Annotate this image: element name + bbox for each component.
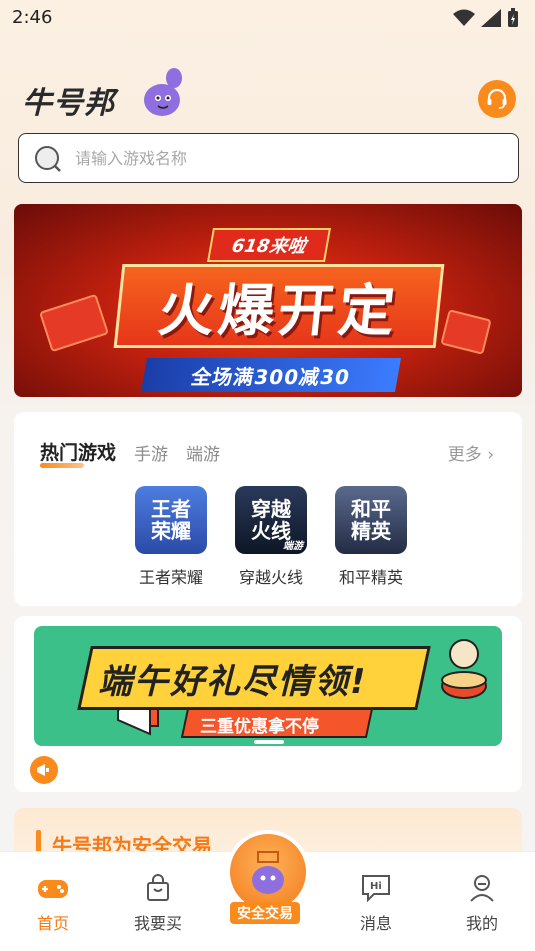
- svg-text:Hi: Hi: [370, 881, 382, 892]
- nav-label: 我的: [465, 914, 498, 933]
- red-envelope-decoration: [38, 293, 110, 353]
- announcement-button[interactable]: [30, 756, 58, 784]
- activity-card: 端午好礼尽情领! 三重优惠拿不停: [14, 616, 522, 792]
- search-input[interactable]: [75, 144, 495, 172]
- banner-tag: 618来啦: [207, 228, 331, 262]
- tab-mobile-games[interactable]: 手游: [134, 440, 168, 465]
- game-name: 穿越火线: [238, 568, 303, 587]
- tab-pc-games[interactable]: 端游: [186, 440, 220, 465]
- search-bar[interactable]: [18, 133, 519, 183]
- game-icon-text: 王者荣耀: [151, 497, 191, 543]
- game-item[interactable]: 王者荣耀 王者荣耀: [134, 486, 208, 588]
- megaphone-icon: [37, 764, 49, 776]
- status-icons: [453, 8, 519, 28]
- wifi-icon: [453, 9, 475, 26]
- game-icon-wzry: 王者荣耀: [135, 486, 207, 554]
- game-name: 和平精英: [338, 568, 403, 587]
- games-list: 王者荣耀 王者荣耀 穿越火线 端游 穿越火线 和平精英 和平精英: [134, 486, 408, 588]
- nav-label: 我要买: [133, 914, 182, 933]
- tab-label: 热门游戏: [40, 442, 117, 464]
- nav-messages[interactable]: Hi 消息: [341, 872, 411, 934]
- safe-trade-label: 安全交易: [230, 902, 300, 924]
- bottom-navigation: 首页 我要买 安全交易 Hi 消息 我的: [0, 830, 535, 951]
- game-item[interactable]: 穿越火线 端游 穿越火线: [234, 486, 308, 588]
- app-logo: 牛号邦: [20, 64, 190, 121]
- nav-label: 消息: [359, 914, 392, 933]
- dragon-boat-banner[interactable]: 端午好礼尽情领! 三重优惠拿不停: [34, 626, 502, 746]
- nav-label: 首页: [36, 914, 69, 933]
- chevron-right-icon: ›: [487, 445, 494, 465]
- game-icon-cyhx: 穿越火线 端游: [235, 486, 307, 554]
- game-icon-text: 和平精英: [351, 497, 391, 543]
- carousel-indicator: [254, 740, 284, 744]
- red-envelope-decoration: [440, 309, 492, 355]
- mascot-icon: [144, 68, 182, 116]
- game-name: 王者荣耀: [138, 568, 203, 587]
- tab-hot-games[interactable]: 热门游戏: [40, 438, 117, 468]
- more-label: 更多: [447, 445, 482, 465]
- game-tabs: 热门游戏 手游 端游: [40, 438, 220, 468]
- hot-games-card: 热门游戏 手游 端游 更多 › 王者荣耀 王者荣耀 穿越火线 端游 穿越火线 和…: [14, 412, 522, 606]
- search-icon: [35, 146, 61, 172]
- signal-icon: [481, 9, 501, 27]
- headset-icon: [487, 88, 507, 109]
- profile-icon: [470, 875, 494, 902]
- shopping-bag-icon: [147, 874, 169, 901]
- banner-subline: 全场满300减30: [141, 358, 401, 392]
- promo-banner-618[interactable]: 618来啦 火爆开定 全场满300减30: [14, 204, 522, 397]
- more-link[interactable]: 更多 ›: [448, 440, 494, 465]
- battery-icon: [508, 8, 518, 27]
- nav-profile[interactable]: 我的: [447, 872, 517, 934]
- promo-title: 端午好礼尽情领!: [98, 662, 368, 702]
- promo-subtitle: 三重优惠拿不停: [200, 717, 319, 737]
- mascot-icon: [230, 834, 306, 910]
- customer-service-button[interactable]: [478, 80, 516, 118]
- game-icon-text: 穿越火线: [251, 497, 291, 543]
- game-badge: 端游: [283, 541, 303, 552]
- status-time: 2:46: [12, 7, 53, 28]
- nav-home[interactable]: 首页: [18, 872, 88, 934]
- game-item[interactable]: 和平精英 和平精英: [334, 486, 408, 588]
- chat-hi-icon: Hi: [362, 875, 390, 903]
- drum-decoration: [441, 639, 487, 699]
- gamepad-icon: [38, 880, 68, 898]
- logo-text: 牛号邦: [22, 86, 115, 121]
- game-icon-hpjy: 和平精英: [335, 486, 407, 554]
- banner-headline: 火爆开定: [113, 264, 445, 348]
- nav-buy[interactable]: 我要买: [123, 872, 193, 934]
- tab-underline: [40, 463, 84, 468]
- status-bar: 2:46: [0, 0, 535, 38]
